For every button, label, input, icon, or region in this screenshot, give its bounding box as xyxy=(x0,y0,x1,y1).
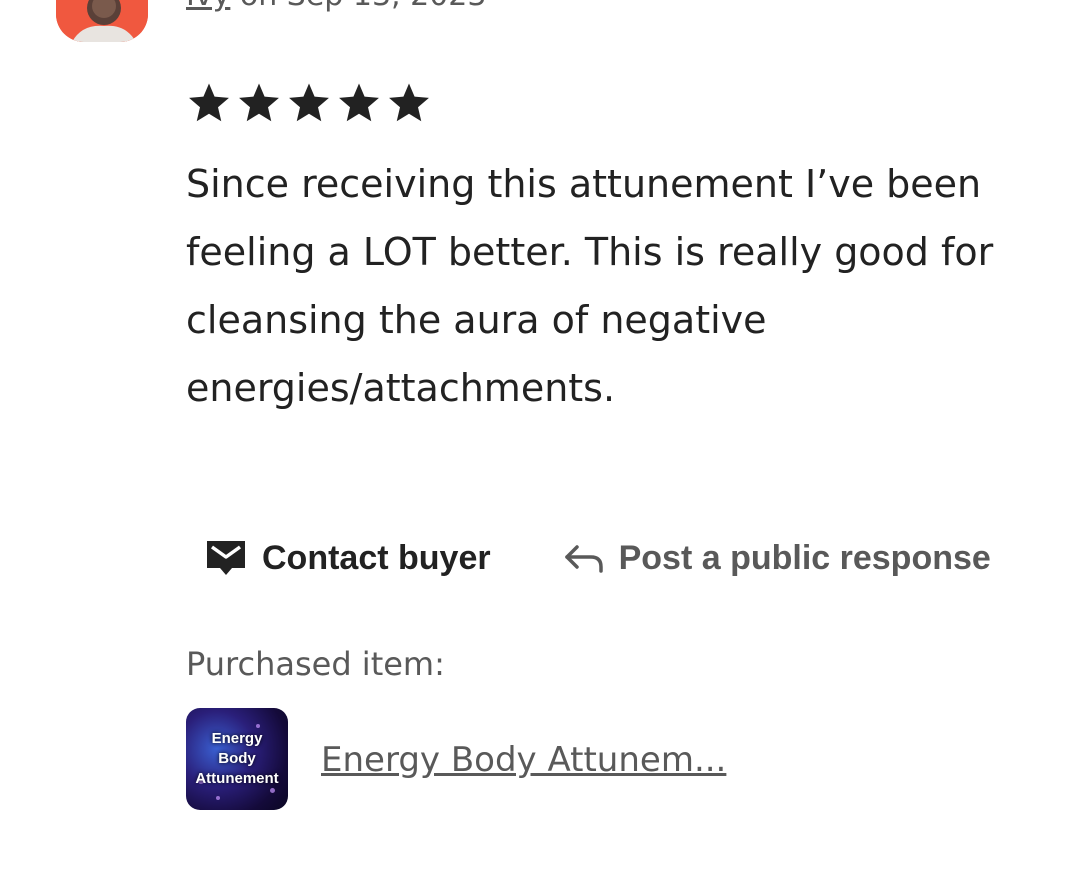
reviewer-avatar[interactable] xyxy=(56,0,148,42)
envelope-icon xyxy=(204,538,248,578)
reviewer-name-link[interactable]: Ivy xyxy=(186,0,230,13)
avatar-photo xyxy=(56,0,148,42)
reply-arrow-icon xyxy=(563,541,605,575)
post-public-response-label: Post a public response xyxy=(618,538,991,577)
star-icon xyxy=(386,80,432,126)
reviewer-line: Ivy on Sep 13, 2023 xyxy=(186,0,486,14)
star-icon xyxy=(236,80,282,126)
review-actions: Contact buyer Post a public response xyxy=(204,530,991,586)
post-public-response-button[interactable]: Post a public response xyxy=(563,539,991,578)
purchased-item-thumbnail[interactable]: Energy Body Attunement xyxy=(186,708,288,810)
purchased-item-label: Purchased item: xyxy=(186,645,445,683)
star-icon xyxy=(336,80,382,126)
purchased-item-link[interactable]: Energy Body Attunem... xyxy=(321,738,726,782)
contact-buyer-button[interactable]: Contact buyer xyxy=(204,538,491,578)
thumbnail-caption: Energy Body Attunement xyxy=(195,730,279,787)
star-icon xyxy=(186,80,232,126)
contact-buyer-label: Contact buyer xyxy=(262,538,491,577)
star-icon xyxy=(286,80,332,126)
review-date: on Sep 13, 2023 xyxy=(230,0,487,13)
star-rating xyxy=(186,80,432,126)
review-text: Since receiving this attunement I’ve bee… xyxy=(186,162,994,410)
